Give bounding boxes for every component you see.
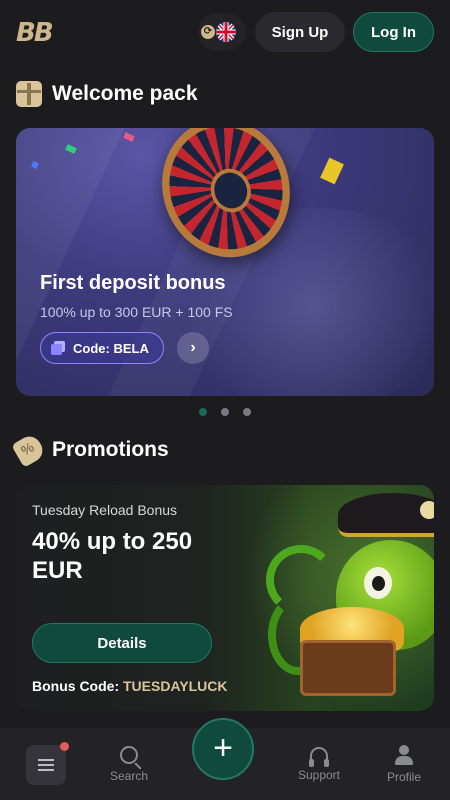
carousel-dot-active[interactable] [199,408,207,416]
octopus-eye-image [364,567,392,599]
promotion-card[interactable]: Tuesday Reload Bonus 40% up to 250 EUR D… [16,485,434,711]
skull-icon [420,501,434,519]
discount-tag-icon [11,432,47,468]
nav-support-label: Support [297,767,341,782]
welcome-section-title: Welcome pack [52,82,198,105]
uk-flag-icon [216,22,236,42]
promo-title: 40% up to 250 EUR [32,528,193,584]
bonus-code-value[interactable]: TUESDAYLUCK [123,678,228,694]
welcome-card-subtitle: 100% up to 300 EUR + 100 FS [40,304,233,320]
bonus-code-button[interactable]: Code: BELA [40,332,164,364]
bonus-code-label: Code: BELA [73,340,149,356]
bonus-code-prefix: Bonus Code: [32,678,120,694]
copy-icon [51,341,65,355]
treasure-chest-image [300,640,396,696]
details-button[interactable]: Details [32,623,212,663]
nav-profile-label: Profile [386,769,421,784]
gift-icon [16,81,42,107]
login-button[interactable]: Log In [353,12,434,52]
sync-icon: ⟳ [201,25,215,39]
signup-button[interactable]: Sign Up [255,12,345,52]
notification-dot [60,742,69,751]
nav-search[interactable]: Search [98,728,160,800]
welcome-bonus-card[interactable]: First deposit bonus 100% up to 300 EUR +… [16,128,434,396]
language-selector[interactable]: ⟳ [198,13,246,51]
welcome-section-heading: Welcome pack [16,81,198,107]
promo-bonus-code: Bonus Code: TUESDAYLUCK [32,678,228,694]
pirate-hat-image [338,493,434,537]
top-header: BB ⟳ Sign Up Log In [0,0,450,64]
chevron-right-icon[interactable]: › [177,332,209,364]
welcome-card-title: First deposit bonus [40,272,226,294]
carousel-dot[interactable] [221,408,229,416]
profile-icon [395,744,413,765]
promo-label: Tuesday Reload Bonus [32,502,178,518]
hamburger-menu-icon [38,759,54,761]
promotions-section-title: Promotions [52,438,169,461]
search-icon [120,745,138,764]
headset-icon [309,746,329,767]
menu-button[interactable] [26,745,66,785]
nav-profile[interactable]: Profile [374,728,434,800]
brand-logo[interactable]: BB [16,18,54,48]
nav-support[interactable]: Support [288,728,350,800]
promotions-section-heading: Promotions [11,432,169,468]
carousel-dot[interactable] [243,408,251,416]
carousel-indicator [0,408,450,416]
plus-icon[interactable]: + [192,718,254,780]
nav-search-label: Search [109,768,149,783]
